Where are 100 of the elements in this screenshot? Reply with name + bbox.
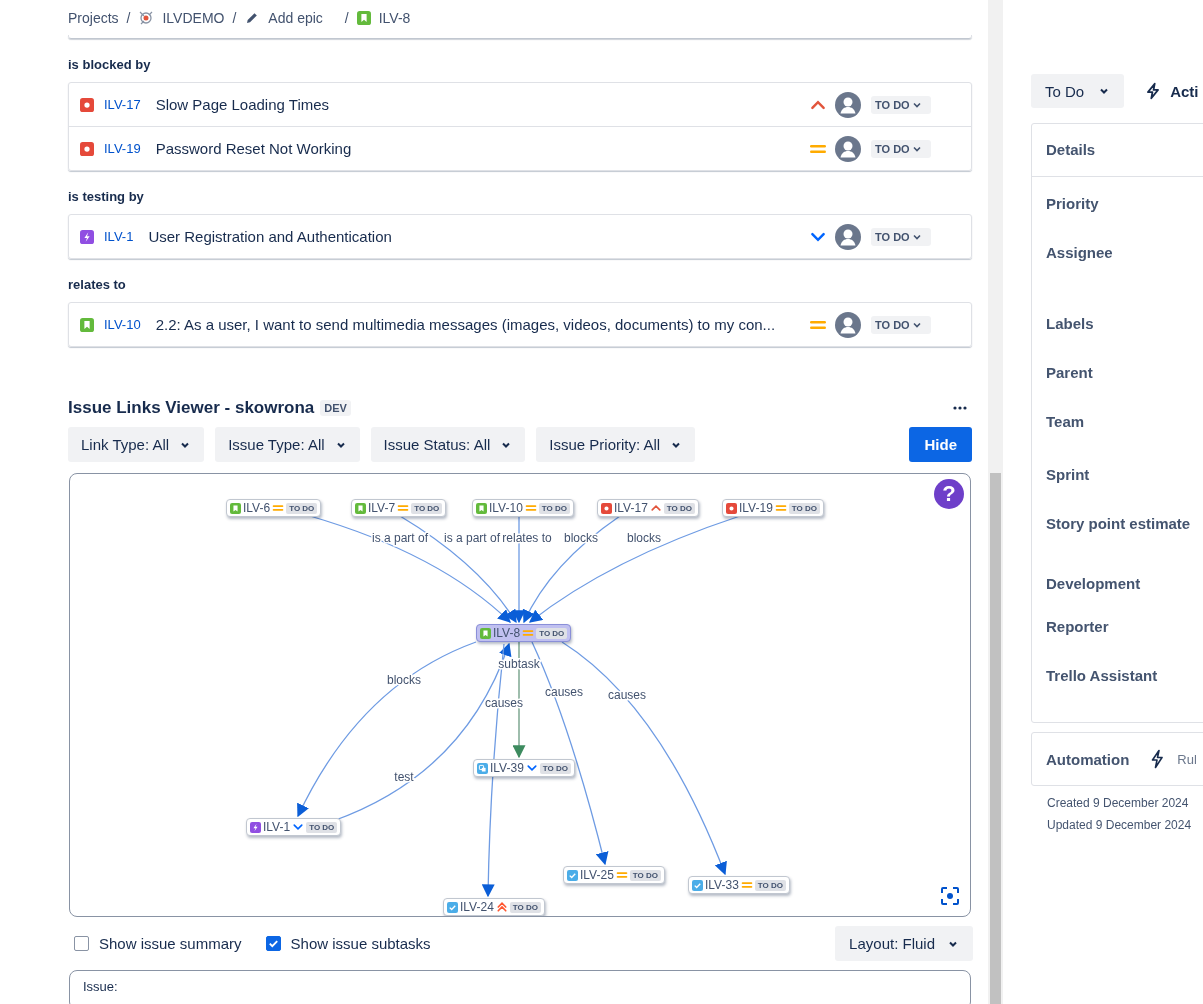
edge-label: relates to <box>502 531 552 545</box>
field-label: Parent <box>1046 364 1093 381</box>
checkbox[interactable] <box>74 936 89 951</box>
filter-dropdown[interactable]: Link Type: All <box>68 427 205 462</box>
issue-node[interactable]: ILV-10 TO DO <box>472 499 574 517</box>
field-label: Labels <box>1046 315 1094 332</box>
chevron-down-icon <box>525 762 538 774</box>
issue-summary: Password Reset Not Working <box>155 140 353 157</box>
more-icon[interactable] <box>952 406 968 410</box>
status-lozenge: TO DO <box>509 901 541 913</box>
checkbox-icon <box>692 879 703 891</box>
bookmark-icon <box>476 502 487 514</box>
status-lozenge: TO DO <box>539 762 571 774</box>
field-label: Reporter <box>1046 618 1109 635</box>
link-type-heading: is blocked by <box>68 56 152 74</box>
checkbox-label: Show issue summary <box>99 935 242 952</box>
status-dropdown[interactable]: TO DO <box>871 227 931 246</box>
filter-dropdown[interactable]: Issue Status: All <box>370 427 526 462</box>
status-lozenge: TO DO <box>754 879 786 891</box>
panel-title: Issue Links Viewer - skowrona <box>68 398 315 418</box>
equals-icon <box>524 502 537 514</box>
details-heading[interactable]: Details <box>1032 124 1203 177</box>
issue-node[interactable]: ILV-39 TO DO <box>473 759 575 777</box>
bookmark-icon <box>230 502 241 514</box>
issue-node[interactable]: ILV-6 TO DO <box>226 499 322 517</box>
status-lozenge: TO DO <box>538 502 570 514</box>
edge-label: test <box>394 770 414 784</box>
bug-icon <box>80 141 94 156</box>
checkbox-label: Show issue subtasks <box>290 935 431 952</box>
issue-key-link[interactable]: ILV-19 <box>104 141 141 156</box>
issue-node[interactable]: ILV-17 TO DO <box>597 499 699 517</box>
avatar-icon <box>835 223 861 250</box>
linked-issue-row[interactable]: ILV-19 Password Reset Not Working TO DO <box>69 126 971 170</box>
breadcrumb-separator: / <box>344 9 349 26</box>
issue-node[interactable]: ILV-19 TO DO <box>722 499 824 517</box>
actions-button[interactable]: Acti <box>1144 82 1199 100</box>
breadcrumb-link[interactable]: Add epic <box>268 9 323 26</box>
status-dropdown[interactable]: TO DO <box>871 139 931 158</box>
avatar-icon <box>835 135 861 162</box>
hide-button[interactable]: Hide <box>909 427 972 462</box>
field-label: Development <box>1046 575 1141 592</box>
issue-node[interactable]: ILV-24 TO DO <box>443 898 545 916</box>
breadcrumb-separator: / <box>232 9 237 26</box>
issue-node[interactable]: ILV-33 TO DO <box>688 876 790 894</box>
node-key: ILV-25 <box>580 868 614 882</box>
avatar-icon <box>835 311 861 338</box>
edge-label: causes <box>485 696 523 710</box>
breadcrumb-link[interactable]: ILV-8 <box>378 9 411 26</box>
help-button[interactable]: ? <box>934 479 964 509</box>
avatar-icon <box>835 91 861 118</box>
issue-key-link[interactable]: ILV-17 <box>104 97 141 112</box>
link-type-heading: relates to <box>68 276 127 294</box>
issue-summary: 2.2: As a user, I want to send multimedia messages (images, videos, documents) to my con... <box>155 316 777 333</box>
scrollbar-thumb[interactable] <box>990 473 1001 1004</box>
scrollbar[interactable] <box>988 0 1003 1004</box>
issue-node[interactable]: ILV-8 TO DO <box>476 624 572 642</box>
node-key: ILV-39 <box>490 761 524 775</box>
issue-node[interactable]: ILV-25 TO DO <box>563 866 665 884</box>
node-key: ILV-19 <box>739 501 773 515</box>
issue-node[interactable]: ILV-1 TO DO <box>246 818 342 836</box>
issue-node[interactable]: ILV-7 TO DO <box>351 499 447 517</box>
node-key: ILV-17 <box>614 501 648 515</box>
linked-issue-row[interactable]: ILV-17 Slow Page Loading Times TO DO <box>69 83 971 126</box>
status-lozenge: TO DO <box>663 502 695 514</box>
bug-icon <box>726 502 737 514</box>
breadcrumb-link[interactable]: Projects <box>68 9 119 26</box>
equals-icon <box>615 869 628 881</box>
equals-icon <box>740 879 753 891</box>
target-icon <box>138 9 155 26</box>
rule-link[interactable]: Rul <box>1177 751 1197 767</box>
breadcrumb-link[interactable]: ILVDEMO <box>162 9 225 26</box>
status-lozenge: TO DO <box>306 821 338 833</box>
node-key: ILV-10 <box>489 501 523 515</box>
issue-panel-label: Issue: <box>83 980 118 993</box>
linked-issue-row[interactable]: ILV-10 2.2: As a user, I want to send multimedia messages (images, videos, documents) to my con... TO DO <box>69 303 971 346</box>
status-dropdown[interactable]: To Do <box>1031 74 1125 108</box>
lightning-icon <box>250 821 261 833</box>
status-lozenge: TO DO <box>286 502 318 514</box>
lightning-icon <box>80 229 94 244</box>
node-key: ILV-33 <box>705 878 739 892</box>
focus-icon[interactable] <box>940 886 960 906</box>
issue-key-link[interactable]: ILV-1 <box>104 229 134 244</box>
checkbox-icon <box>567 869 578 881</box>
bookmark-icon <box>355 502 366 514</box>
bug-icon <box>80 97 94 112</box>
layout-dropdown[interactable]: Layout: Fluid <box>835 926 973 961</box>
edge-label: is a part of <box>444 531 500 545</box>
field-label: Priority <box>1046 195 1099 212</box>
linked-issue-row[interactable]: ILV-1 User Registration and Authentication TO DO <box>69 215 971 258</box>
status-dropdown[interactable]: TO DO <box>871 315 931 334</box>
status-dropdown[interactable]: TO DO <box>871 95 931 114</box>
created-date: Created 9 December 2024 <box>1047 796 1190 810</box>
field-label: Story point estimate <box>1046 515 1191 532</box>
checkbox[interactable] <box>265 936 281 951</box>
status-lozenge: TO DO <box>788 502 820 514</box>
breadcrumb-separator: / <box>126 9 131 26</box>
edge-label: causes <box>545 685 583 699</box>
filter-dropdown[interactable]: Issue Priority: All <box>536 427 696 462</box>
filter-dropdown[interactable]: Issue Type: All <box>215 427 360 462</box>
issue-key-link[interactable]: ILV-10 <box>104 317 141 332</box>
